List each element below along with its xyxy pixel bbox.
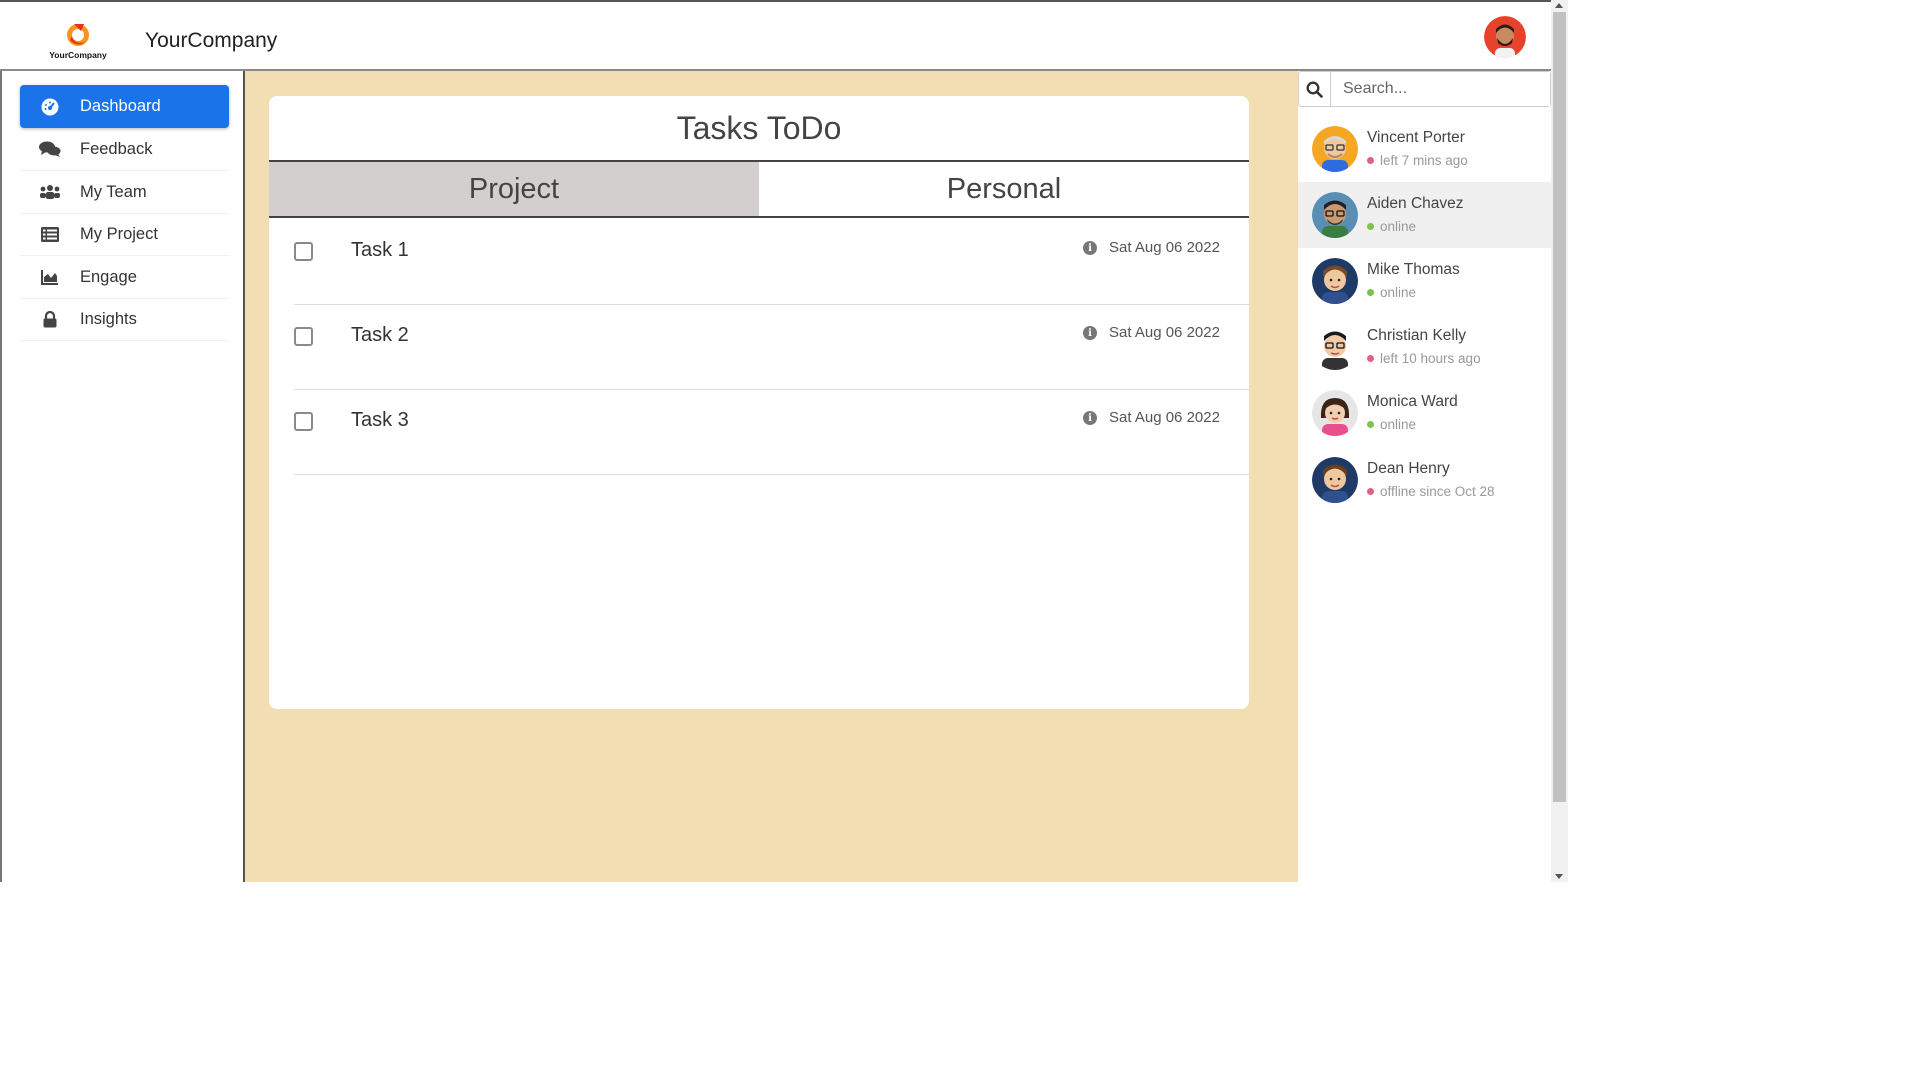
task-checkbox[interactable] bbox=[294, 242, 313, 261]
task-date: Sat Aug 06 2022 bbox=[1109, 324, 1220, 341]
contact-name: Christian Kelly bbox=[1367, 327, 1467, 344]
contact-item-christian-kelly[interactable]: Christian Kelly left 10 hours ago bbox=[1298, 314, 1551, 380]
sidebar-item-label: My Team bbox=[80, 182, 147, 201]
tab-project[interactable]: Project bbox=[269, 162, 759, 216]
contact-status-text: left 10 hours ago bbox=[1380, 351, 1481, 366]
logo-text: YourCompany bbox=[49, 50, 107, 60]
avatar bbox=[1312, 390, 1358, 436]
task-name: Task 3 bbox=[351, 409, 409, 431]
contact-name: Dean Henry bbox=[1367, 460, 1450, 477]
search-bar bbox=[1298, 71, 1551, 107]
lock-icon bbox=[20, 310, 80, 328]
avatar bbox=[1312, 457, 1358, 503]
status-dot bbox=[1367, 421, 1374, 428]
sidebar-item-my-project[interactable]: My Project bbox=[20, 213, 229, 256]
status-dot bbox=[1367, 223, 1374, 230]
sidebar: Dashboard Feedback My Team My Project En… bbox=[0, 71, 245, 882]
sidebar-item-label: Engage bbox=[80, 267, 137, 286]
contact-status-text: left 7 mins ago bbox=[1380, 153, 1468, 168]
task-row: Task 1 i Sat Aug 06 2022 bbox=[294, 220, 1249, 305]
contact-status-text: online bbox=[1380, 219, 1417, 234]
contact-name: Vincent Porter bbox=[1367, 129, 1465, 146]
contact-name: Mike Thomas bbox=[1367, 261, 1460, 278]
top-header: YourCompany YourCompany bbox=[0, 0, 1551, 71]
info-icon[interactable]: i bbox=[1083, 241, 1097, 255]
avatar bbox=[1312, 192, 1358, 238]
contact-status: online bbox=[1367, 417, 1416, 432]
avatar bbox=[1312, 258, 1358, 304]
search-input[interactable] bbox=[1331, 72, 1550, 106]
task-row: Task 3 i Sat Aug 06 2022 bbox=[294, 390, 1249, 475]
contact-item-mike-thomas[interactable]: Mike Thomas online bbox=[1298, 248, 1551, 314]
page-title: Tasks ToDo bbox=[676, 110, 842, 146]
contact-item-dean-henry[interactable]: Dean Henry offline since Oct 28 bbox=[1298, 447, 1551, 513]
scroll-down-icon[interactable] bbox=[1555, 874, 1563, 879]
dashboard-icon bbox=[20, 98, 80, 116]
contacts-panel: Vincent Porter left 7 mins ago Aiden Cha… bbox=[1298, 71, 1551, 882]
status-dot bbox=[1367, 488, 1374, 495]
contact-name: Aiden Chavez bbox=[1367, 195, 1464, 212]
area-chart-icon bbox=[20, 269, 80, 285]
sidebar-item-dashboard[interactable]: Dashboard bbox=[20, 85, 229, 128]
task-checkbox[interactable] bbox=[294, 327, 313, 346]
company-logo[interactable]: YourCompany bbox=[48, 20, 108, 62]
task-row: Task 2 i Sat Aug 06 2022 bbox=[294, 305, 1249, 390]
sidebar-item-label: Feedback bbox=[80, 139, 153, 158]
task-checkbox[interactable] bbox=[294, 412, 313, 431]
task-date: Sat Aug 06 2022 bbox=[1109, 239, 1220, 256]
search-icon[interactable] bbox=[1299, 72, 1331, 106]
status-dot bbox=[1367, 157, 1374, 164]
task-name: Task 1 bbox=[351, 239, 409, 261]
tasks-card: Tasks ToDo Project Personal Task 1 i Sat… bbox=[269, 96, 1249, 709]
contact-status: offline since Oct 28 bbox=[1367, 484, 1495, 499]
avatar bbox=[1312, 126, 1358, 172]
sidebar-item-feedback[interactable]: Feedback bbox=[20, 128, 229, 171]
contact-name: Monica Ward bbox=[1367, 393, 1458, 410]
status-dot bbox=[1367, 355, 1374, 362]
contact-status: left 7 mins ago bbox=[1367, 153, 1468, 168]
info-icon[interactable]: i bbox=[1083, 411, 1097, 425]
task-tabs: Project Personal bbox=[269, 160, 1249, 218]
sidebar-item-my-team[interactable]: My Team bbox=[20, 171, 229, 214]
contact-status-text: online bbox=[1380, 417, 1417, 432]
avatar bbox=[1312, 324, 1358, 370]
scroll-up-icon[interactable] bbox=[1555, 3, 1563, 8]
sidebar-item-label: Dashboard bbox=[80, 97, 161, 115]
tab-personal[interactable]: Personal bbox=[759, 162, 1249, 216]
task-date: Sat Aug 06 2022 bbox=[1109, 409, 1220, 426]
task-name: Task 2 bbox=[351, 324, 409, 346]
contact-item-vincent-porter[interactable]: Vincent Porter left 7 mins ago bbox=[1298, 116, 1551, 182]
contact-status-text: offline since Oct 28 bbox=[1380, 484, 1495, 499]
sidebar-item-engage[interactable]: Engage bbox=[20, 256, 229, 299]
scroll-thumb[interactable] bbox=[1553, 12, 1566, 802]
company-name: YourCompany bbox=[145, 29, 278, 52]
comments-icon bbox=[20, 140, 80, 158]
user-avatar[interactable] bbox=[1484, 16, 1526, 58]
contact-status: online bbox=[1367, 285, 1416, 300]
contact-item-aiden-chavez[interactable]: Aiden Chavez online bbox=[1298, 182, 1551, 248]
sidebar-item-label: Insights bbox=[80, 309, 137, 328]
contact-status: left 10 hours ago bbox=[1367, 351, 1481, 366]
sidebar-item-label: My Project bbox=[80, 224, 158, 243]
list-icon bbox=[20, 226, 80, 242]
main-content: Tasks ToDo Project Personal Task 1 i Sat… bbox=[245, 71, 1298, 882]
contact-item-monica-ward[interactable]: Monica Ward online bbox=[1298, 380, 1551, 446]
sidebar-item-insights[interactable]: Insights bbox=[20, 298, 229, 341]
page-scrollbar[interactable] bbox=[1551, 0, 1568, 882]
info-icon[interactable]: i bbox=[1083, 326, 1097, 340]
contact-status-text: online bbox=[1380, 285, 1417, 300]
users-icon bbox=[20, 184, 80, 200]
contact-status: online bbox=[1367, 219, 1416, 234]
status-dot bbox=[1367, 289, 1374, 296]
